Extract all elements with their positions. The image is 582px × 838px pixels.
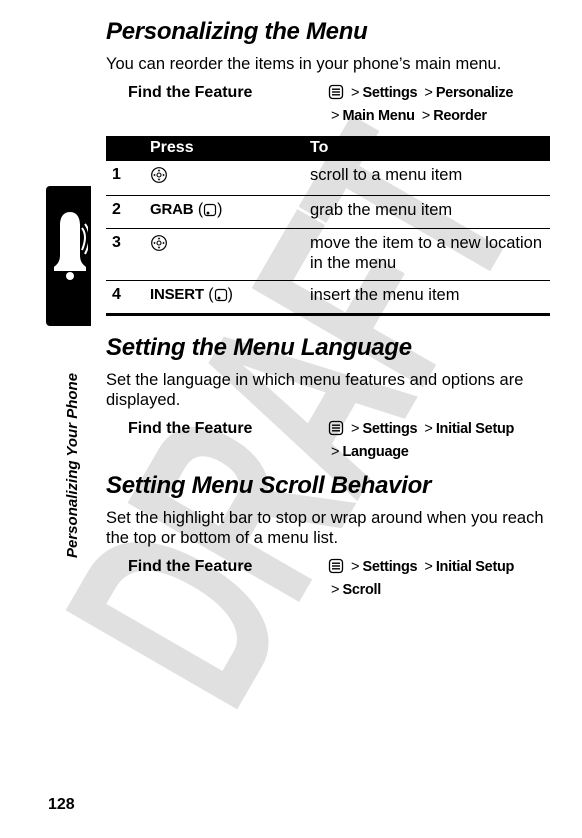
path-initialsetup: Initial Setup <box>436 421 514 437</box>
press-cell: GRAB ( ) <box>144 196 304 229</box>
row-num: 3 <box>106 229 144 281</box>
path-personalize: Personalize <box>436 85 513 101</box>
body-personalize-menu: You can reorder the items in your phone’… <box>106 54 550 74</box>
press-label: GRAB <box>150 201 193 218</box>
menu-key-icon <box>328 420 344 443</box>
path-settings: Settings <box>363 85 418 101</box>
table-row: 1 scroll to a menu item <box>106 161 550 196</box>
side-section-label: Personalizing Your Phone <box>64 373 81 558</box>
col-to: To <box>304 136 550 161</box>
find-the-feature-2: Find the Feature >Settings >Initial Setu… <box>106 420 550 462</box>
press-label: INSERT <box>150 286 204 303</box>
sep: > <box>421 421 435 437</box>
body-menu-language: Set the language in which menu features … <box>106 370 550 410</box>
path-mainmenu: Main Menu <box>342 108 414 124</box>
nav-key-icon <box>150 166 168 189</box>
path-reorder: Reorder <box>433 108 487 124</box>
to-cell: move the item to a new location in the m… <box>304 229 550 281</box>
sep: > <box>419 108 433 124</box>
menu-key-icon <box>328 558 344 581</box>
ftf-path-3: >Settings >Initial Setup >Scroll <box>328 558 550 600</box>
to-cell: insert the menu item <box>304 280 550 314</box>
table-row: 4 INSERT ( ) insert the menu item <box>106 280 550 314</box>
ftf-label: Find the Feature <box>106 84 328 102</box>
page: DRAFT Personalizing Your Phone Personali… <box>0 0 582 838</box>
sep: > <box>328 108 342 124</box>
margin-tab <box>46 186 91 326</box>
press-cell <box>144 161 304 196</box>
nav-key-icon <box>150 234 168 257</box>
soft-left-key-icon <box>214 288 228 307</box>
find-the-feature-1: Find the Feature >Settings >Personalize … <box>106 84 550 126</box>
main-content: Personalizing the Menu You can reorder t… <box>106 18 550 611</box>
table-row: 3 move the item to a new location in the… <box>106 229 550 281</box>
table-row: 2 GRAB ( ) grab the menu item <box>106 196 550 229</box>
row-num: 4 <box>106 280 144 314</box>
sep: > <box>421 85 435 101</box>
row-num: 1 <box>106 161 144 196</box>
to-cell: grab the menu item <box>304 196 550 229</box>
ftf-label: Find the Feature <box>106 420 328 438</box>
ftf-path-2: >Settings >Initial Setup >Language <box>328 420 550 462</box>
sep: > <box>421 559 435 575</box>
find-the-feature-3: Find the Feature >Settings >Initial Setu… <box>106 558 550 600</box>
col-press: Press <box>144 136 304 161</box>
menu-key-icon <box>328 84 344 107</box>
page-number: 128 <box>48 796 75 814</box>
steps-table: Press To 1 scroll to a menu item 2 <box>106 136 550 316</box>
path-scroll: Scroll <box>342 582 381 598</box>
heading-scroll-behavior: Setting Menu Scroll Behavior <box>106 472 550 500</box>
press-cell: INSERT ( ) <box>144 280 304 314</box>
sep: > <box>348 85 362 101</box>
path-settings: Settings <box>363 559 418 575</box>
ftf-path-1: >Settings >Personalize >Main Menu >Reord… <box>328 84 550 126</box>
press-cell <box>144 229 304 281</box>
ftf-label: Find the Feature <box>106 558 328 576</box>
path-initialsetup: Initial Setup <box>436 559 514 575</box>
col-num <box>106 136 144 161</box>
to-cell: scroll to a menu item <box>304 161 550 196</box>
sep: > <box>348 559 362 575</box>
sep: > <box>328 444 342 460</box>
path-settings: Settings <box>363 421 418 437</box>
body-scroll-behavior: Set the highlight bar to stop or wrap ar… <box>106 508 550 548</box>
sep: > <box>328 582 342 598</box>
heading-personalize-menu: Personalizing the Menu <box>106 18 550 46</box>
path-language: Language <box>342 444 408 460</box>
heading-menu-language: Setting the Menu Language <box>106 334 550 362</box>
soft-left-key-icon <box>203 203 217 222</box>
row-num: 2 <box>106 196 144 229</box>
sep: > <box>348 421 362 437</box>
